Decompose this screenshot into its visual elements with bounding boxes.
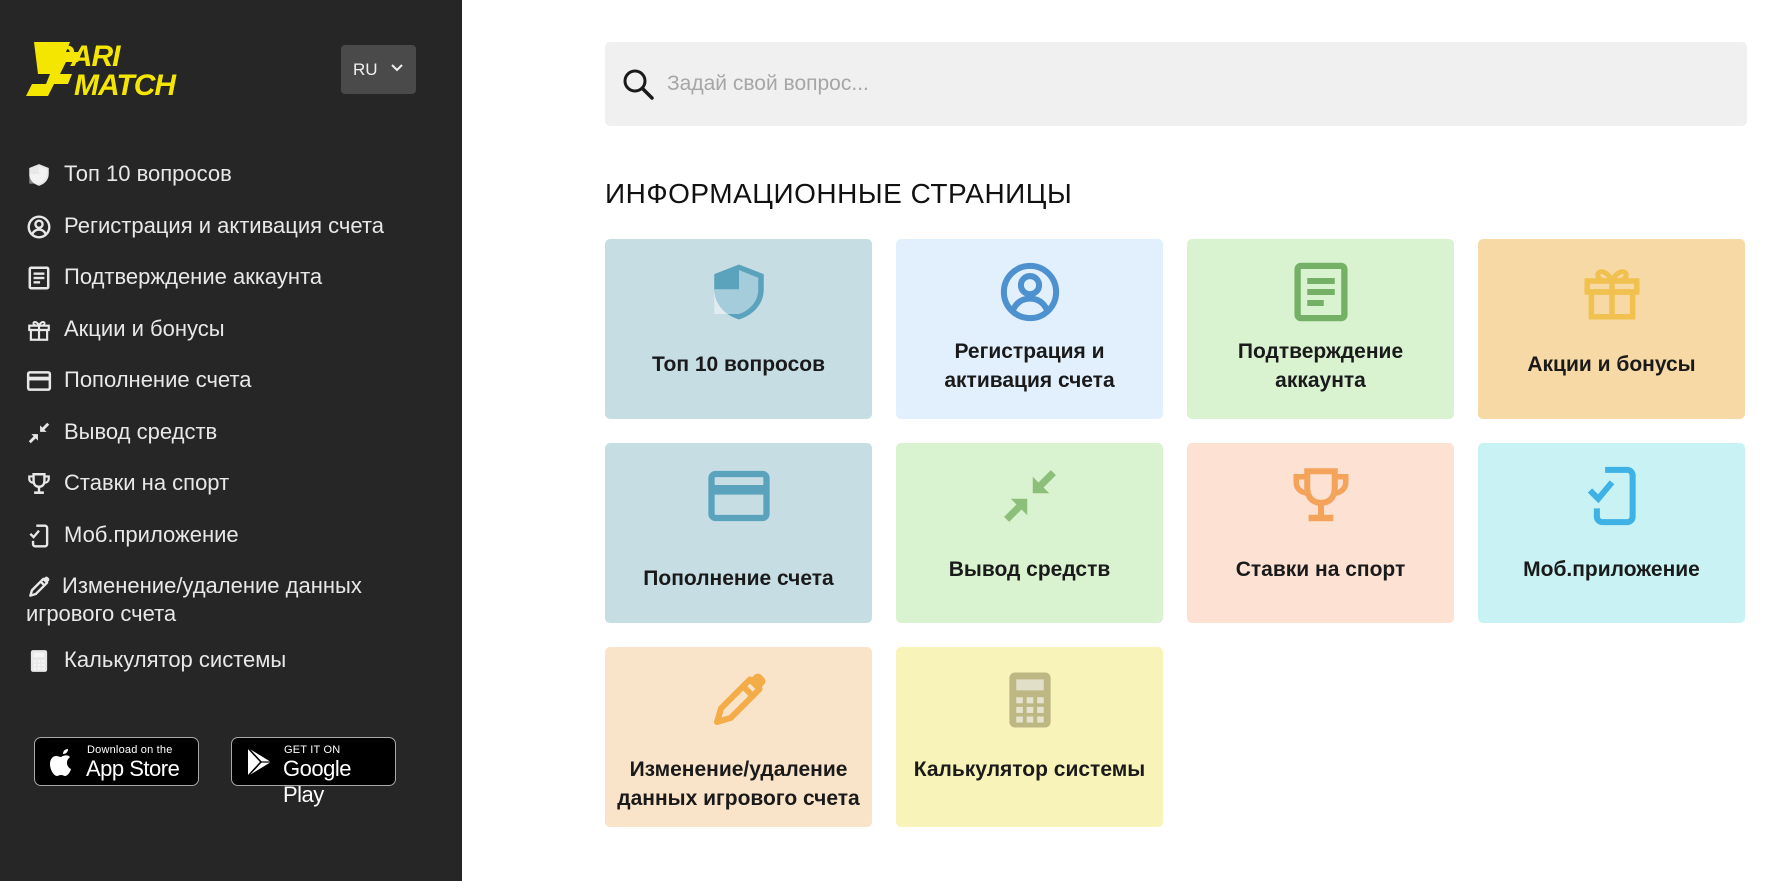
sidebar-item-label: Подтверждение аккаунта	[64, 264, 323, 289]
document-icon	[28, 266, 50, 290]
main-content: ИНФОРМАЦИОННЫЕ СТРАНИЦЫ Топ 10 вопросов Р…	[462, 0, 1790, 881]
pencil-icon	[29, 576, 50, 597]
info-card-arrows-inward[interactable]: Вывод средств	[896, 443, 1163, 623]
search-icon	[623, 69, 654, 100]
sidebar-item-label: Вывод средств	[64, 418, 218, 444]
sidebar-item-label: Пополнение счета	[64, 367, 252, 392]
info-card-trophy[interactable]: Ставки на спорт	[1187, 443, 1454, 623]
arrows-inward-icon	[28, 422, 50, 443]
info-card-label: Моб.приложение	[1523, 558, 1700, 581]
google-play-button[interactable]: GET IT ON Google Play	[231, 737, 396, 807]
sidebar-item-label: Калькулятор системы	[64, 647, 287, 672]
credit-card-icon	[708, 470, 770, 522]
app-store-caption: Download on the	[87, 744, 173, 756]
language-select[interactable]: RU	[341, 45, 416, 94]
language-value: RU	[353, 59, 378, 79]
sidebar-item-shield[interactable]: Топ 10 вопросов	[26, 160, 446, 212]
sidebar-item-label: Моб.приложение	[64, 521, 239, 547]
gift-icon	[1584, 269, 1640, 320]
info-card-label: Топ 10 вопросов	[652, 353, 825, 376]
info-card-label: Акции и бонусы	[1527, 353, 1696, 376]
chevron-down-icon	[391, 64, 403, 72]
sidebar-item-pencil[interactable]: Изменение/удаление данных игрового счета	[26, 572, 446, 646]
info-card-label: Вывод средств	[948, 558, 1111, 581]
sidebar-item-credit-card[interactable]: Пополнение счета	[26, 366, 446, 418]
sidebar-item-document[interactable]: Подтверждение аккаунта	[26, 263, 446, 315]
search-bar[interactable]	[605, 42, 1747, 126]
google-play-caption: GET IT ON	[284, 744, 341, 756]
sidebar-item-label: Изменение/удаление данных игрового счета	[26, 573, 362, 626]
mobile-check-icon	[29, 524, 49, 547]
sidebar-item-arrows-inward[interactable]: Вывод средств	[26, 418, 446, 470]
shield-icon	[29, 164, 49, 186]
sidebar-item-gift[interactable]: Акции и бонусы	[26, 315, 446, 367]
sidebar-nav: Топ 10 вопросов Регистрация и активация с…	[26, 160, 446, 698]
calculator-icon	[30, 650, 48, 672]
sidebar-item-label: Топ 10 вопросов	[64, 161, 232, 186]
info-card-label: Калькулятор системы	[913, 758, 1146, 781]
info-card-gift[interactable]: Акции и бонусы	[1478, 239, 1745, 419]
info-card-label: Подтверждение аккаунта	[1237, 340, 1404, 392]
info-card-label: Ставки на спорт	[1235, 558, 1406, 581]
google-play-title: Google Play	[283, 756, 351, 807]
app-store-title: App Store	[86, 756, 180, 781]
calculator-icon	[1009, 672, 1051, 728]
info-card-shield[interactable]: Топ 10 вопросов	[605, 239, 872, 419]
app-store-button[interactable]: Download on the App Store	[34, 737, 199, 786]
sidebar-item-trophy[interactable]: Ставки на спорт	[26, 469, 446, 521]
info-card-user-circle[interactable]: Регистрация и активация счета	[896, 239, 1163, 419]
trophy-icon	[1293, 468, 1349, 522]
arrows-inward-icon	[1004, 470, 1056, 522]
sidebar-item-calculator[interactable]: Калькулятор системы	[26, 646, 446, 698]
info-card-label: Регистрация и активация счета	[944, 340, 1115, 392]
logo-line-2: MATCH	[74, 69, 177, 100]
info-card-document[interactable]: Подтверждение аккаунта	[1187, 239, 1454, 419]
user-circle-icon	[27, 215, 51, 238]
sidebar-item-mobile-check[interactable]: Моб.приложение	[26, 521, 446, 573]
user-circle-icon	[1000, 262, 1060, 322]
trophy-icon	[28, 473, 50, 494]
sidebar-item-label: Регистрация и активация счета	[64, 212, 384, 238]
gift-icon	[28, 320, 50, 341]
section-title: ИНФОРМАЦИОННЫЕ СТРАНИЦЫ	[605, 178, 1073, 209]
mobile-check-icon	[1587, 466, 1636, 526]
apple-icon	[50, 749, 71, 776]
shield-icon	[714, 264, 764, 320]
info-card-pencil[interactable]: Изменение/удаление данных игрового счета	[605, 647, 872, 827]
pencil-icon	[713, 673, 766, 726]
credit-card-icon	[26, 371, 52, 391]
document-icon	[1294, 262, 1348, 322]
sidebar-item-label: Акции и бонусы	[64, 315, 225, 341]
info-card-calculator[interactable]: Калькулятор системы	[896, 647, 1163, 827]
sidebar-item-label: Ставки на спорт	[64, 470, 230, 495]
info-card-mobile-check[interactable]: Моб.приложение	[1478, 443, 1745, 623]
info-card-label: Изменение/удаление данных игрового счета	[617, 758, 860, 810]
sidebar-item-user-circle[interactable]: Регистрация и активация счета	[26, 212, 446, 264]
google-play-icon	[247, 747, 271, 777]
sidebar: PARI MATCH RU Топ 10 вопросов Регистрация…	[0, 0, 462, 881]
parimatch-logo[interactable]: PARI MATCH	[26, 40, 206, 100]
info-card-label: Пополнение счета	[643, 567, 834, 590]
info-card-credit-card[interactable]: Пополнение счета	[605, 443, 872, 623]
search-input[interactable]	[667, 72, 1667, 96]
